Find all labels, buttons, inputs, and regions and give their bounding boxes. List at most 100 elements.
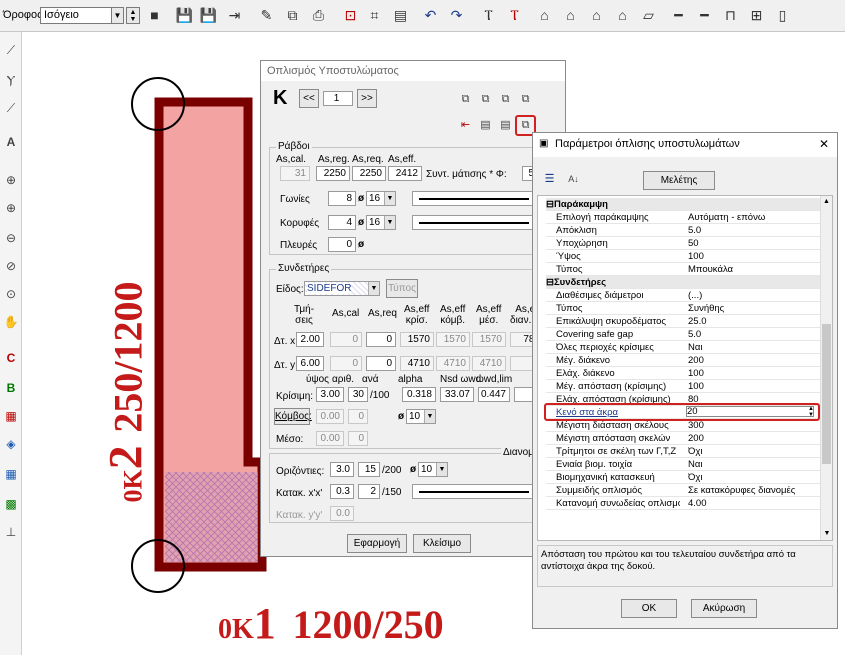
property-value[interactable]: Ναι <box>688 458 818 471</box>
property-grid-scrollbar[interactable]: ▲ ▼ <box>820 196 832 540</box>
document2-icon[interactable]: ▤ <box>497 117 514 134</box>
property-value[interactable]: 100 <box>688 380 818 393</box>
redo-icon[interactable]: ↷ <box>446 5 467 26</box>
document-icon[interactable]: ▤ <box>477 117 494 134</box>
beam-b-icon[interactable]: B <box>1 378 21 398</box>
category-toggle[interactable]: ⊟Παράκαμψη <box>546 198 670 211</box>
property-row[interactable]: Ύψος 100 <box>546 250 821 263</box>
corners-count-field[interactable]: 8 <box>328 191 356 206</box>
view-icon[interactable]: ⧉ <box>282 5 303 26</box>
grid-icon[interactable]: ⌗ <box>364 5 385 26</box>
node-diameter-select[interactable]: 10 ▼ <box>406 409 436 424</box>
beam-icon[interactable]: ━ <box>668 5 689 26</box>
zoom-out-icon[interactable]: ⊖ <box>1 228 21 248</box>
ok-button[interactable]: OK <box>621 599 677 618</box>
property-row[interactable]: Συμμειδής οπλισμός Σε κατακόρυφες διανομέ… <box>546 484 821 497</box>
cancel-button[interactable]: Ακύρωση <box>691 599 757 618</box>
paste-icon[interactable]: ⧉ <box>477 91 494 108</box>
property-row[interactable]: Ελάχ. διάκενο 100 <box>546 367 821 380</box>
property-category[interactable]: ⊟Συνδετήρες <box>546 276 821 289</box>
vertical-x-count[interactable]: 2 <box>358 484 380 499</box>
property-row[interactable]: Διαθέσιμες διάμετροι (...) <box>546 289 821 302</box>
zoom-extents-icon[interactable]: ⊙ <box>1 284 21 304</box>
building3-icon[interactable]: ⌂ <box>586 5 607 26</box>
pan-icon[interactable]: ✋ <box>1 312 21 332</box>
property-row[interactable]: Κενό στα άκρα 20 ▲ ▼ <box>546 406 821 419</box>
node-icon[interactable]: ⊞ <box>746 5 767 26</box>
next-column-button[interactable]: >> <box>357 89 377 108</box>
wall-icon[interactable]: ▯ <box>772 5 793 26</box>
slab-icon[interactable]: ▦ <box>1 406 21 426</box>
top-diameter-select[interactable]: 16 ▼ <box>366 215 396 230</box>
property-row[interactable]: Ελάχ. απόσταση (κρίσιμης) 80 <box>546 393 821 406</box>
property-category[interactable]: ⊟Παράκαμψη <box>546 198 821 211</box>
print-icon[interactable]: ⎙ <box>308 5 329 26</box>
property-value[interactable]: Ναι <box>688 341 818 354</box>
property-value[interactable]: 100 <box>688 367 818 380</box>
property-row[interactable]: Κατανομή συνωδείας οπλισμού 4.00 <box>546 497 821 510</box>
property-row[interactable]: Υποχώρηση 50 <box>546 237 821 250</box>
property-row[interactable]: Μέγιστη απόσταση σκελών 200 <box>546 432 821 445</box>
property-row[interactable]: Απόκλιση 5.0 <box>546 224 821 237</box>
property-row[interactable]: Μέγ. απόσταση (κρίσιμης) 100 <box>546 380 821 393</box>
wall-tool-icon[interactable]: ⟋ <box>1 40 21 60</box>
horizontal-count[interactable]: 15 <box>358 462 380 477</box>
vertical-x-height[interactable]: 0.3 <box>330 484 354 499</box>
property-value[interactable]: 25.0 <box>688 315 818 328</box>
spinner-icon[interactable]: ▲ ▼ <box>808 406 814 418</box>
axes-icon[interactable]: ⊥ <box>1 522 21 542</box>
property-value[interactable]: 80 <box>688 393 818 406</box>
duplicate-icon[interactable]: ⧉ <box>497 91 514 108</box>
corners-line-select[interactable]: ▼ <box>412 191 548 206</box>
property-row[interactable]: Μέγ. διάκενο 200 <box>546 354 821 367</box>
export-red-icon[interactable]: ⇤ <box>457 117 474 134</box>
property-row[interactable]: Τρίτμητοι σε σκέλη των Γ,Τ,Ζ Όχι <box>546 445 821 458</box>
sort-alpha-icon[interactable]: Α↓ <box>565 171 582 188</box>
floor-dropdown-chevron-icon[interactable]: ▼ <box>111 7 124 24</box>
property-row[interactable]: Επιλογή παράκαμψης Αυτόματη - επόνω <box>546 211 821 224</box>
undo-icon[interactable]: ↶ <box>420 5 441 26</box>
property-row[interactable]: Βιομηχανική κατασκευή Όχι <box>546 471 821 484</box>
horizontal-height[interactable]: 3.0 <box>330 462 354 477</box>
stop-icon[interactable]: ■ <box>144 5 165 26</box>
text-tool-icon[interactable]: A <box>1 132 21 152</box>
select-icon[interactable]: ⊡ <box>340 5 361 26</box>
column-icon[interactable]: Ⲧ <box>478 5 499 26</box>
building2-icon[interactable]: ⌂ <box>560 5 581 26</box>
beam-tool-icon[interactable]: ⟋ <box>1 98 21 118</box>
property-row[interactable]: Τύπος Μπουκάλα <box>546 263 821 276</box>
node-icon[interactable]: ◈ <box>1 434 21 454</box>
stack-icon[interactable]: ⧉ <box>517 91 534 108</box>
dx-sections[interactable]: 2.00 <box>296 332 324 347</box>
property-value[interactable]: Όχι <box>688 445 818 458</box>
horizontal-diameter-select[interactable]: 10 ▼ <box>418 462 448 477</box>
column-c-icon[interactable]: C <box>1 348 21 368</box>
sides-count-field[interactable]: 0 <box>328 237 356 252</box>
dx-asreq[interactable]: 0 <box>366 332 396 347</box>
vertical-x-line-select[interactable]: ▼ <box>412 484 548 499</box>
top-line-select[interactable]: ▼ <box>412 215 548 230</box>
dy-asreq[interactable]: 0 <box>366 356 396 371</box>
categorized-icon[interactable]: ☰ <box>541 171 558 188</box>
property-row[interactable]: Επικάλυψη σκυροδέματος 25.0 <box>546 315 821 328</box>
studies-button[interactable]: Μελέτης <box>643 171 715 190</box>
grid-icon[interactable]: ▦ <box>1 464 21 484</box>
floor-spinner[interactable]: ▲ ▼ <box>126 7 140 24</box>
property-value[interactable]: 300 <box>688 419 818 432</box>
property-value[interactable]: Αυτόματη - επόνω <box>688 211 818 224</box>
column2-icon[interactable]: Ⲧ <box>504 5 525 26</box>
edit-icon[interactable]: ✎ <box>256 5 277 26</box>
property-value[interactable]: 4.00 <box>688 497 818 510</box>
column-index-field[interactable]: 1 <box>323 91 353 106</box>
building-icon[interactable]: ⌂ <box>534 5 555 26</box>
zoom-in-icon[interactable]: ⊕ <box>1 198 21 218</box>
apply-button[interactable]: Εφαρμογή <box>347 534 407 553</box>
property-value[interactable]: Σε κατακόρυφες διανομές <box>688 484 818 497</box>
property-value[interactable]: 5.0 <box>688 328 818 341</box>
property-value[interactable]: 200 <box>688 432 818 445</box>
building4-icon[interactable]: ⌂ <box>612 5 633 26</box>
node-button[interactable]: Κόμβος: <box>274 408 312 425</box>
zoom-icon[interactable]: ⊕ <box>1 170 21 190</box>
dy-sections[interactable]: 6.00 <box>296 356 324 371</box>
close-icon[interactable]: ✕ <box>819 137 829 151</box>
